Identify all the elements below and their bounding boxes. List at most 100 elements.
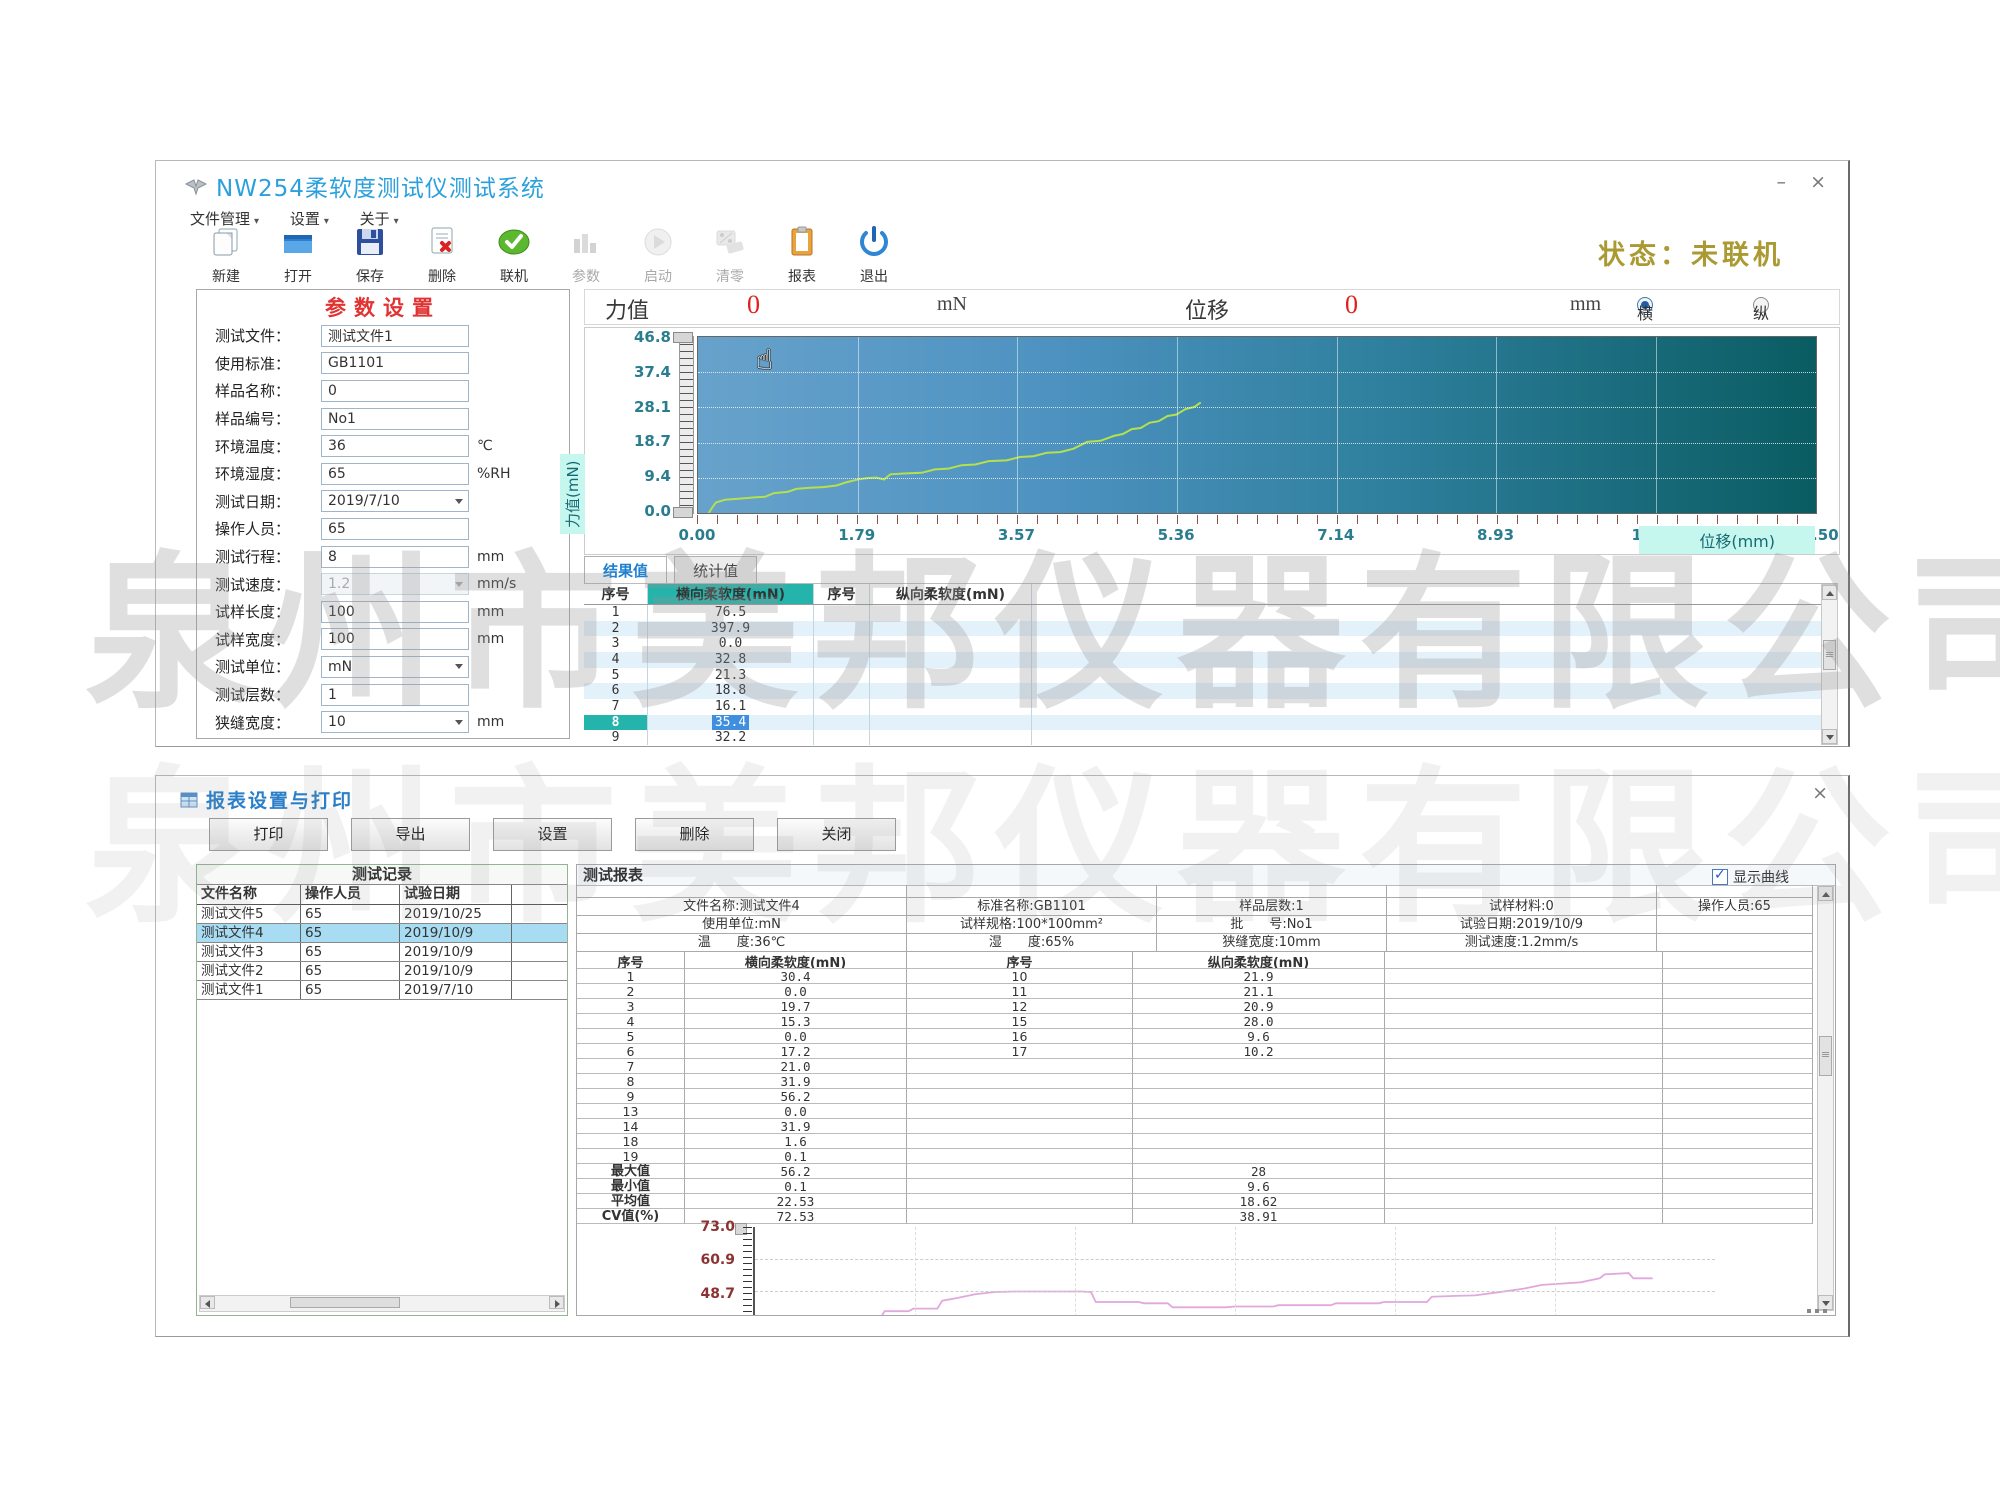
- chart-plot-area[interactable]: ☝: [697, 336, 1817, 514]
- param-input[interactable]: 100: [321, 600, 469, 623]
- dropdown-arrow-icon[interactable]: [455, 664, 463, 670]
- x-tick-label: 5.36: [1157, 526, 1195, 544]
- param-panel: 参数设置 测试文件： 测试文件1 使用标准： GB1101 样品名称： 0 样品…: [196, 289, 570, 739]
- report-window-icon: [180, 792, 198, 808]
- y-tick-label: 60.9: [700, 1252, 735, 1269]
- close-icon[interactable]: ×: [1810, 173, 1826, 192]
- param-input[interactable]: 8: [321, 545, 469, 568]
- param-input[interactable]: GB1101: [321, 352, 469, 375]
- toolbar-save-button[interactable]: 保存: [334, 225, 406, 286]
- x-axis-title: 位移(mm): [1639, 526, 1815, 554]
- displacement-unit: mm: [1570, 293, 1602, 315]
- dropdown-arrow-icon[interactable]: [455, 498, 463, 504]
- table-row[interactable]: 2 397.9: [584, 620, 1838, 637]
- param-unit: mm: [477, 548, 505, 565]
- resize-grip[interactable]: [1807, 1309, 1811, 1313]
- scrollbar-thumb[interactable]: [290, 1297, 400, 1308]
- export-button[interactable]: 导出: [351, 818, 470, 851]
- close-icon[interactable]: ×: [1812, 784, 1828, 803]
- scroll-up-icon[interactable]: [1822, 585, 1837, 600]
- report-row: 18 1.6: [577, 1134, 1813, 1149]
- record-row[interactable]: 测试文件4 65 2019/10/9: [197, 924, 567, 943]
- minimize-icon[interactable]: –: [1777, 173, 1787, 192]
- report-row: 最大值 56.2 28: [577, 1164, 1813, 1179]
- test-records-panel: 测试记录 文件名称 操作人员 试验日期 测试文件5 65 2019/10/25: [196, 864, 568, 1316]
- report-row: 4 15.3 15 28.0: [577, 1014, 1813, 1029]
- param-input[interactable]: 65: [321, 462, 469, 485]
- x-tick-label: 0.00: [678, 526, 716, 544]
- toolbar-new-button[interactable]: 新建: [190, 225, 262, 286]
- report-row: CV值(%) 72.53 38.91: [577, 1209, 1813, 1224]
- axis-handle[interactable]: [673, 507, 693, 518]
- tab-statistics[interactable]: 统计值: [674, 556, 758, 586]
- record-row[interactable]: 测试文件1 65 2019/7/10: [197, 981, 567, 1000]
- checkbox-checked-icon[interactable]: [1712, 867, 1728, 885]
- table-row[interactable]: 9 32.2: [584, 730, 1838, 745]
- close-button[interactable]: 关闭: [777, 818, 896, 851]
- param-input[interactable]: 100: [321, 628, 469, 651]
- param-label: 狭缝宽度：: [215, 713, 291, 732]
- toolbar-connect-button[interactable]: 联机: [478, 225, 550, 286]
- param-unit: %RH: [477, 465, 511, 482]
- scroll-right-icon[interactable]: [549, 1296, 564, 1309]
- param-input[interactable]: 1.2: [321, 573, 469, 596]
- report-titlebar: 报表设置与打印: [180, 786, 353, 813]
- y-tick-label: 37.4: [633, 362, 671, 381]
- dropdown-arrow-icon[interactable]: [455, 719, 463, 725]
- table-row[interactable]: 1 76.5: [584, 605, 1838, 621]
- y-tick-label: 0.0: [644, 501, 671, 520]
- param-input[interactable]: 36: [321, 435, 469, 458]
- param-input[interactable]: 2019/7/10: [321, 490, 469, 513]
- param-input[interactable]: 0: [321, 379, 469, 402]
- radio-vertical[interactable]: 纵向: [1753, 297, 1775, 347]
- report-row: 平均值 22.53 18.62: [577, 1194, 1813, 1209]
- param-input[interactable]: mN: [321, 655, 469, 678]
- table-row[interactable]: 6 18.8: [584, 683, 1838, 699]
- table-row[interactable]: 4 32.8: [584, 651, 1838, 668]
- table-row[interactable]: 8 35.4: [584, 714, 1838, 731]
- toolbar-zero-button: 清零: [694, 225, 766, 286]
- print-button[interactable]: 打印: [209, 818, 328, 851]
- param-row: 操作人员： 65: [197, 515, 569, 543]
- toolbar-open-button[interactable]: 打开: [262, 225, 334, 286]
- scrollbar-thumb[interactable]: [1823, 640, 1836, 670]
- toolbar-report-button[interactable]: 报表: [766, 225, 838, 286]
- table-row[interactable]: 5 21.3: [584, 667, 1838, 684]
- report-y-ruler: [743, 1227, 752, 1315]
- record-row[interactable]: 测试文件2 65 2019/10/9: [197, 962, 567, 981]
- delete-button[interactable]: 删除: [635, 818, 754, 851]
- dropdown-arrow-icon[interactable]: [455, 581, 463, 587]
- param-row: 测试层数： 1: [197, 681, 569, 709]
- scroll-down-icon[interactable]: [1822, 729, 1837, 744]
- show-curve-checkbox[interactable]: 显示曲线: [1712, 867, 1789, 887]
- scroll-left-icon[interactable]: [200, 1296, 215, 1309]
- vertical-scrollbar[interactable]: [1817, 885, 1834, 1311]
- main-window: NW254柔软度测试仪测试系统 – × 文件管理 ▾ 设置 ▾ 关于 ▾ 新建 打开 …: [155, 160, 1850, 747]
- vertical-scrollbar[interactable]: [1821, 584, 1838, 745]
- param-label: 试样长度：: [215, 603, 291, 622]
- param-input[interactable]: 1: [321, 683, 469, 706]
- scroll-up-icon[interactable]: [1818, 886, 1833, 901]
- mouse-cursor-icon: ☝: [756, 343, 774, 376]
- param-label: 测试单位：: [215, 658, 291, 677]
- settings-button[interactable]: 设置: [493, 818, 612, 851]
- table-row[interactable]: 7 16.1: [584, 698, 1838, 715]
- horizontal-scrollbar[interactable]: [199, 1295, 565, 1312]
- param-label: 样品名称：: [215, 382, 291, 401]
- toolbar-delete-button[interactable]: 删除: [406, 225, 478, 286]
- table-row[interactable]: 3 0.0: [584, 636, 1838, 652]
- param-input[interactable]: 10: [321, 711, 469, 734]
- scroll-down-icon[interactable]: [1818, 1295, 1833, 1310]
- record-row[interactable]: 测试文件3 65 2019/10/9: [197, 943, 567, 962]
- y-axis-ruler: [679, 336, 694, 514]
- info-row: 文件名称:测试文件4 标准名称:GB1101 样品层数:1 试样材料:0 操作人…: [577, 898, 1813, 916]
- toolbar: 新建 打开 保存 删除 联机 参数 启动 清零 报表 退出: [190, 225, 910, 286]
- param-input[interactable]: 测试文件1: [321, 324, 469, 347]
- toolbar-exit-button[interactable]: 退出: [838, 225, 910, 286]
- axis-handle[interactable]: [673, 332, 693, 343]
- param-input[interactable]: No1: [321, 407, 469, 430]
- scrollbar-thumb[interactable]: [1819, 1036, 1832, 1076]
- radio-horizontal[interactable]: 横向: [1637, 297, 1659, 347]
- record-row[interactable]: 测试文件5 65 2019/10/25: [197, 905, 567, 924]
- param-input[interactable]: 65: [321, 517, 469, 540]
